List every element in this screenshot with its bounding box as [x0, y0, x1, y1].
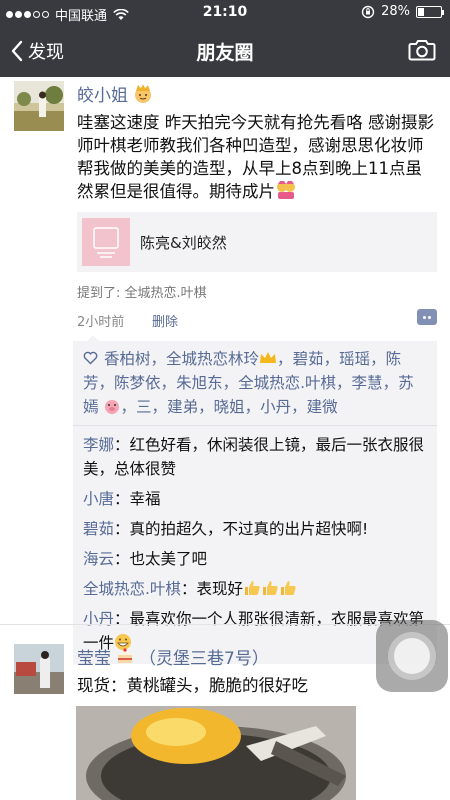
link-title: 陈亮&刘皎然 — [140, 233, 227, 252]
delete-button[interactable]: 删除 — [152, 311, 178, 330]
cake-emoji-icon — [118, 648, 132, 663]
comment-menu-button[interactable] — [417, 309, 437, 325]
avatar-photo — [14, 81, 64, 131]
rotation-lock-icon — [361, 5, 375, 18]
post-author-location: （灵堡三巷7号） — [139, 648, 269, 669]
avatar[interactable] — [14, 81, 64, 131]
like-user-name[interactable]: 全城热恋林玲 — [166, 350, 259, 368]
comment-text: 也太美了吧 — [129, 550, 208, 568]
post-text: 哇塞这速度 昨天拍完今天就有抢先看咯 感谢摄影师叶棋老师教我们各种凹造型，感谢思… — [77, 113, 434, 201]
post-photo[interactable] — [76, 706, 356, 800]
shared-link-card[interactable]: 陈亮&刘皎然 — [77, 212, 437, 272]
like-user-name[interactable]: 李慧 — [352, 374, 383, 392]
likes-comments-panel: 香柏树，全城热恋林玲 ，碧茹，瑶瑶，陈芳，陈梦依，朱旭东，全城热恋.叶棋，李慧，苏… — [73, 335, 437, 664]
comment[interactable]: 李娜：红色好看，休闲装很上镜，最后一张衣服很美，总体很赞 — [83, 430, 429, 484]
comment-text: 真的拍超久，不过真的出片超快啊! — [129, 520, 369, 538]
comment-text: 表现好 — [196, 580, 243, 598]
pig-emoji-icon — [104, 400, 119, 414]
assistive-touch-button[interactable] — [376, 620, 448, 692]
comment-author[interactable]: 小唐 — [83, 490, 114, 508]
peach-can-photo — [76, 706, 356, 800]
status-bar: 中国联通 21:10 28% — [0, 0, 450, 26]
like-user-name[interactable]: 香柏树 — [104, 350, 151, 368]
comment-author[interactable]: 全城热恋.叶棋 — [83, 580, 181, 598]
page-title: 朋友圈 — [196, 42, 254, 64]
like-user-name[interactable]: 全城热恋.叶棋 — [238, 374, 336, 392]
thumbs-up-emoji-icon — [244, 581, 260, 595]
like-user-name[interactable]: 碧茹 — [293, 350, 324, 368]
like-user-name[interactable]: 建微 — [307, 398, 338, 416]
like-user-name[interactable]: 小丹 — [260, 398, 291, 416]
like-user-name[interactable]: 朱旭东 — [176, 374, 223, 392]
like-user-name[interactable]: 瑶瑶 — [339, 350, 370, 368]
comment[interactable]: 海云：也太美了吧 — [83, 544, 429, 574]
battery-icon — [416, 5, 444, 18]
comment-author[interactable]: 碧茹 — [83, 520, 114, 538]
thumbs-up-emoji-icon — [280, 581, 296, 595]
comment-text: 幸福 — [129, 490, 161, 508]
like-user-name[interactable]: 建弟 — [167, 398, 198, 416]
crown-emoji-icon — [260, 352, 277, 363]
avatar[interactable] — [14, 644, 64, 694]
top-bar: 中国联通 21:10 28% 发现 朋友圈 — [0, 0, 450, 77]
dancers-emoji-icon — [277, 181, 295, 199]
comment-author[interactable]: 小丹 — [83, 610, 114, 628]
like-user-name[interactable]: 陈梦依 — [114, 374, 161, 392]
mentioned-users[interactable]: 提到了: 全城热恋.叶棋 — [77, 282, 437, 301]
thumbs-up-emoji-icon — [262, 581, 278, 595]
post-author[interactable]: 皎小姐 — [77, 81, 128, 106]
camera-icon[interactable] — [408, 38, 436, 62]
princess-emoji-icon — [135, 84, 151, 103]
heart-icon — [83, 351, 98, 365]
comment[interactable]: 全城热恋.叶棋：表现好 — [83, 574, 429, 604]
post-time: 2小时前 — [77, 315, 125, 330]
like-user-name[interactable]: 三 — [136, 398, 152, 416]
likes-list: 香柏树，全城热恋林玲 ，碧茹，瑶瑶，陈芳，陈梦依，朱旭东，全城热恋.叶棋，李慧，苏… — [73, 341, 437, 426]
comment[interactable]: 小唐：幸福 — [83, 484, 429, 514]
link-thumbnail — [82, 218, 130, 266]
comment-author[interactable]: 李娜 — [83, 436, 114, 454]
comment-author[interactable]: 海云 — [83, 550, 114, 568]
battery-percent: 28% — [381, 4, 410, 19]
avatar-photo — [14, 644, 64, 694]
post-author[interactable]: 莹莹 — [77, 644, 111, 669]
like-user-name[interactable]: 晓姐 — [214, 398, 245, 416]
nav-bar: 发现 朋友圈 — [0, 26, 450, 77]
comment[interactable]: 碧茹：真的拍超久，不过真的出片超快啊! — [83, 514, 429, 544]
comment-text: 红色好看，休闲装很上镜，最后一张衣服很美，总体很赞 — [83, 436, 425, 478]
